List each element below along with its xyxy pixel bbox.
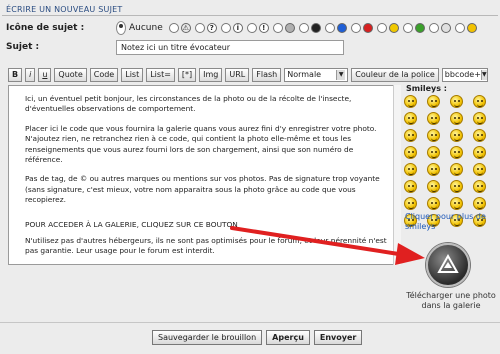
bbcode-toolbar: Bi u Quote Code List List= [*] Img URL Flash Norma… (8, 67, 491, 82)
message-editor[interactable]: Ici, un éventuel petit bonjour, les circ… (8, 85, 401, 265)
chevron-down-icon: ▼ (336, 69, 346, 80)
light-dot-icon (440, 23, 451, 33)
smiley-icon[interactable] (450, 129, 463, 142)
blue-dot-icon (336, 23, 347, 33)
smiley-icon[interactable] (473, 163, 486, 176)
topic-icon-radio[interactable] (402, 23, 413, 33)
toolbar-button[interactable]: List= (146, 67, 175, 82)
subject-input[interactable]: Notez ici un titre évocateur (116, 40, 344, 55)
topic-icon-radio[interactable] (272, 23, 283, 33)
radio-aucune[interactable] (116, 21, 126, 35)
toolbar-button[interactable]: u (38, 67, 52, 82)
sad-face-icon (466, 23, 477, 33)
smiley-icon[interactable] (404, 95, 417, 108)
info-icon: i (232, 23, 243, 33)
topic-icon-label: Icône de sujet : (6, 23, 85, 33)
smiley-icon[interactable] (473, 146, 486, 159)
warning-icon: ⚠ (180, 23, 191, 33)
editor-paragraph-intro: Ici, un éventuel petit bonjour, les circ… (25, 94, 352, 114)
smiley-icon[interactable] (427, 129, 440, 142)
smiley-icon[interactable] (450, 112, 463, 125)
yellow-dot-icon (388, 23, 399, 33)
smiley-icon[interactable] (450, 146, 463, 159)
smiley-icon[interactable] (427, 146, 440, 159)
editor-paragraph-hosts: N'utilisez pas d'autres hébergeurs, ils … (25, 236, 387, 256)
font-size-select[interactable]: Normale ▼ (284, 67, 349, 82)
font-color-button[interactable]: Couleur de la police (351, 67, 439, 82)
toolbar-button[interactable]: i (25, 67, 36, 82)
smiley-icon[interactable] (473, 112, 486, 125)
smiley-icon[interactable] (404, 180, 417, 193)
send-button[interactable]: Envoyer (313, 330, 363, 345)
smiley-icon[interactable] (473, 129, 486, 142)
gallery-logo-icon (437, 253, 459, 273)
toolbar-button[interactable]: Code (89, 67, 119, 82)
toolbar-button[interactable]: [*] (177, 67, 197, 82)
smiley-icon[interactable] (427, 95, 440, 108)
upload-photo-label: Télécharger une photo dans la galerie (406, 291, 496, 310)
chevron-down-icon: ▼ (480, 69, 487, 80)
smiley-icon[interactable] (450, 163, 463, 176)
smiley-icon[interactable] (404, 146, 417, 159)
footer-divider (0, 322, 500, 323)
smiley-icon[interactable] (473, 180, 486, 193)
smiley-icon[interactable] (450, 180, 463, 193)
topic-icon-radio[interactable] (454, 23, 465, 33)
smiley-icon[interactable] (404, 163, 417, 176)
smiley-icon[interactable] (404, 112, 417, 125)
footer-buttons: Sauvegarder le brouillon Aperçu Envoyer (152, 330, 366, 345)
topic-icon-radio[interactable] (246, 23, 257, 33)
toolbar-button[interactable]: Img (199, 67, 223, 82)
green-dot-icon (414, 23, 425, 33)
smiley-icon[interactable] (427, 197, 440, 210)
grey-dot-icon (284, 23, 295, 33)
toolbar-button[interactable]: Quote (54, 67, 87, 82)
topic-icon-radio[interactable] (194, 23, 205, 33)
preview-button[interactable]: Aperçu (266, 330, 310, 345)
topic-icon-radio[interactable] (324, 23, 335, 33)
bbcode-select[interactable]: bbcode+ ▼ (441, 67, 488, 82)
smiley-icon[interactable] (450, 95, 463, 108)
topic-icon-selector: Aucune ⚠? i! (116, 21, 481, 35)
smileys-grid (404, 95, 496, 227)
topic-icon-radio[interactable] (298, 23, 309, 33)
smileys-title: Smileys : (406, 84, 447, 93)
topic-icon-radio[interactable] (376, 23, 387, 33)
radio-aucune-label: Aucune (129, 23, 163, 33)
subject-label: Sujet : (6, 42, 40, 52)
toolbar-button[interactable]: B (8, 67, 23, 82)
topic-icon-radio[interactable] (220, 23, 231, 33)
smiley-icon[interactable] (427, 112, 440, 125)
toolbar-button[interactable]: Flash (252, 67, 282, 82)
smiley-icon[interactable] (427, 180, 440, 193)
section-header: ÉCRIRE UN NOUVEAU SUJET (2, 2, 498, 16)
editor-paragraph-code: Placer ici le code que vous fournira la … (25, 123, 377, 165)
exclamation-icon: ! (258, 23, 269, 33)
editor-gallery-instruction: POUR ACCEDER À LA GALERIE, CLIQUEZ SUR C… (25, 219, 238, 229)
smiley-icon[interactable] (473, 197, 486, 210)
smiley-icon[interactable] (404, 129, 417, 142)
toolbar-button[interactable]: List (121, 67, 144, 82)
help-icon: ? (206, 23, 217, 33)
editor-paragraph-tags: Pas de tag, de © ou autres marques ou me… (25, 174, 380, 205)
editor-scrollbar[interactable] (393, 85, 401, 265)
smiley-icon[interactable] (427, 163, 440, 176)
topic-icon-radio[interactable] (428, 23, 439, 33)
smiley-icon[interactable] (450, 197, 463, 210)
smiley-icon[interactable] (473, 95, 486, 108)
save-draft-button[interactable]: Sauvegarder le brouillon (152, 330, 263, 345)
upload-photo-button[interactable] (426, 243, 470, 287)
toolbar-button[interactable]: URL (225, 67, 250, 82)
black-dot-icon (310, 23, 321, 33)
smiley-icon[interactable] (404, 197, 417, 210)
topic-icon-radio[interactable] (350, 23, 361, 33)
topic-icon-radio[interactable] (168, 23, 179, 33)
more-smileys-link[interactable]: Cliquer pour plus de smileys (405, 212, 497, 232)
red-dot-icon (362, 23, 373, 33)
